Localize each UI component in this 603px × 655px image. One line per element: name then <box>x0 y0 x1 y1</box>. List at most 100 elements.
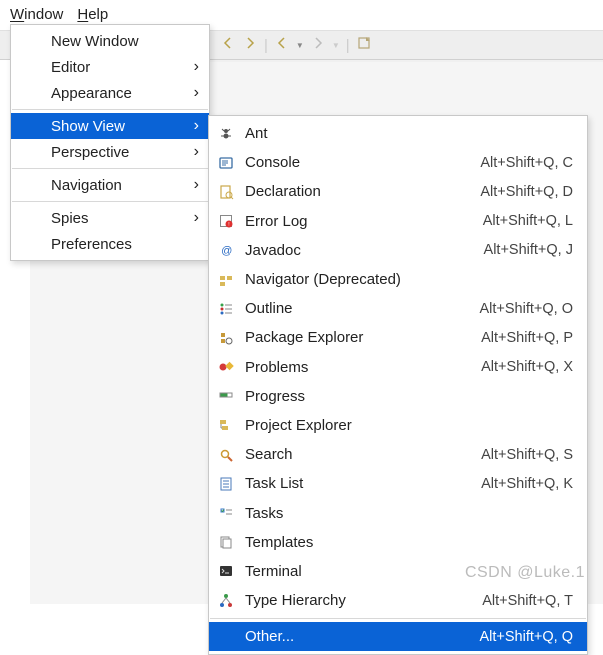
submenu-label: Ant <box>245 125 563 142</box>
error-log-icon: ! <box>217 212 235 230</box>
tasks-icon <box>217 504 235 522</box>
submenu-item-ant[interactable]: Ant <box>209 119 587 148</box>
declaration-icon <box>217 183 235 201</box>
submenu-label: Error Log <box>245 213 473 230</box>
submenu-item-task-list[interactable]: Task ListAlt+Shift+Q, K <box>209 469 587 498</box>
navigator-icon <box>217 271 235 289</box>
submenu-label: Outline <box>245 300 470 317</box>
submenu-label: Tasks <box>245 505 563 522</box>
submenu-item-templates[interactable]: Templates <box>209 528 587 557</box>
task-list-icon <box>217 475 235 493</box>
menu-item-label: Perspective <box>51 144 129 161</box>
submenu-label: Other... <box>245 628 470 645</box>
dropdown-icon[interactable]: ▼ <box>296 41 304 50</box>
package-explorer-icon <box>217 329 235 347</box>
svg-text:!: ! <box>228 222 229 228</box>
submenu-item-search[interactable]: Search Alt+Shift+Q, S <box>209 440 587 469</box>
menu-item-perspective[interactable]: Perspective › <box>11 139 209 165</box>
terminal-icon <box>217 562 235 580</box>
search-icon <box>217 446 235 464</box>
submenu-item-package-explorer[interactable]: Package Explorer Alt+Shift+Q, P <box>209 323 587 352</box>
submenu-shortcut: Alt+Shift+Q, S <box>481 447 573 463</box>
submenu-label: Console <box>245 154 470 171</box>
menu-item-new-window[interactable]: New Window <box>11 28 209 54</box>
menu-item-show-view[interactable]: Show View › <box>11 113 209 139</box>
submenu-label: Package Explorer <box>245 329 471 346</box>
submenu-item-terminal[interactable]: Terminal <box>209 557 587 586</box>
menu-help[interactable]: Help <box>77 6 108 23</box>
submenu-shortcut: Alt+Shift+Q, X <box>481 359 573 375</box>
templates-icon <box>217 533 235 551</box>
menu-item-label: Appearance <box>51 85 132 102</box>
submenu-label: Progress <box>245 388 563 405</box>
menu-separator <box>210 618 586 619</box>
menu-separator <box>12 109 208 110</box>
svg-text:@: @ <box>221 245 232 257</box>
submenu-label: Navigator (Deprecated) <box>245 271 563 288</box>
menu-item-spies[interactable]: Spies › <box>11 205 209 231</box>
submenu-label: Templates <box>245 534 563 551</box>
submenu-label: Javadoc <box>245 242 474 259</box>
submenu-arrow-icon: › <box>194 143 199 161</box>
submenu-item-type-hierarchy[interactable]: Type HierarchyAlt+Shift+Q, T <box>209 586 587 615</box>
submenu-label: Project Explorer <box>245 417 563 434</box>
submenu-item-other[interactable]: Other... Alt+Shift+Q, Q <box>209 622 587 651</box>
submenu-arrow-icon: › <box>194 176 199 194</box>
submenu-arrow-icon: › <box>194 84 199 102</box>
submenu-label: Task List <box>245 475 471 492</box>
project-explorer-icon <box>217 416 235 434</box>
submenu-shortcut: Alt+Shift+Q, P <box>481 330 573 346</box>
menu-item-label: Spies <box>51 210 89 227</box>
submenu-item-javadoc[interactable]: @ Javadoc Alt+Shift+Q, J <box>209 236 587 265</box>
submenu-label: Terminal <box>245 563 563 580</box>
submenu-label: Type Hierarchy <box>245 592 472 609</box>
nav-fwd2-icon[interactable] <box>310 35 326 55</box>
menu-separator <box>12 201 208 202</box>
dropdown-icon[interactable]: ▼ <box>332 41 340 50</box>
submenu-shortcut: Alt+Shift+Q, D <box>480 184 573 200</box>
nav-back2-icon[interactable] <box>274 35 290 55</box>
submenu-label: Problems <box>245 359 471 376</box>
window-dropdown: New WindowEditor›Appearance›Show View›Pe… <box>10 24 210 261</box>
console-icon <box>217 154 235 172</box>
menu-item-label: New Window <box>51 33 139 50</box>
menu-window[interactable]: Window <box>10 6 63 23</box>
submenu-item-error-log[interactable]: ! Error Log Alt+Shift+Q, L <box>209 207 587 236</box>
submenu-shortcut: Alt+Shift+Q, Q <box>480 629 574 645</box>
submenu-item-navigator-deprecated-[interactable]: Navigator (Deprecated) <box>209 265 587 294</box>
submenu-item-progress[interactable]: Progress <box>209 382 587 411</box>
menu-item-label: Show View <box>51 118 125 135</box>
menu-item-preferences[interactable]: Preferences <box>11 231 209 257</box>
submenu-label: Declaration <box>245 183 470 200</box>
javadoc-icon: @ <box>217 241 235 259</box>
menu-item-navigation[interactable]: Navigation › <box>11 172 209 198</box>
menu-item-appearance[interactable]: Appearance › <box>11 80 209 106</box>
menu-item-label: Navigation <box>51 177 122 194</box>
submenu-item-outline[interactable]: Outline Alt+Shift+Q, O <box>209 294 587 323</box>
progress-icon <box>217 387 235 405</box>
blank-icon <box>217 628 235 646</box>
outline-icon <box>217 300 235 318</box>
pin-editor-icon[interactable] <box>356 35 372 55</box>
submenu-item-problems[interactable]: Problems Alt+Shift+Q, X <box>209 353 587 382</box>
nav-back-icon[interactable] <box>220 35 236 55</box>
submenu-item-declaration[interactable]: Declaration Alt+Shift+Q, D <box>209 177 587 206</box>
submenu-shortcut: Alt+Shift+Q, J <box>484 242 573 258</box>
submenu-shortcut: Alt+Shift+Q, O <box>480 301 574 317</box>
submenu-arrow-icon: › <box>194 117 199 135</box>
menu-item-editor[interactable]: Editor › <box>11 54 209 80</box>
type-hierarchy-icon <box>217 592 235 610</box>
submenu-shortcut: Alt+Shift+Q, L <box>483 213 573 229</box>
menu-separator <box>12 168 208 169</box>
nav-fwd-icon[interactable] <box>242 35 258 55</box>
problems-icon <box>217 358 235 376</box>
ant-icon <box>217 125 235 143</box>
menu-item-label: Preferences <box>51 236 132 253</box>
submenu-item-tasks[interactable]: Tasks <box>209 498 587 527</box>
submenu-arrow-icon: › <box>194 58 199 76</box>
submenu-item-console[interactable]: ConsoleAlt+Shift+Q, C <box>209 148 587 177</box>
submenu-label: Search <box>245 446 471 463</box>
submenu-item-project-explorer[interactable]: Project Explorer <box>209 411 587 440</box>
menu-item-label: Editor <box>51 59 90 76</box>
submenu-arrow-icon: › <box>194 209 199 227</box>
